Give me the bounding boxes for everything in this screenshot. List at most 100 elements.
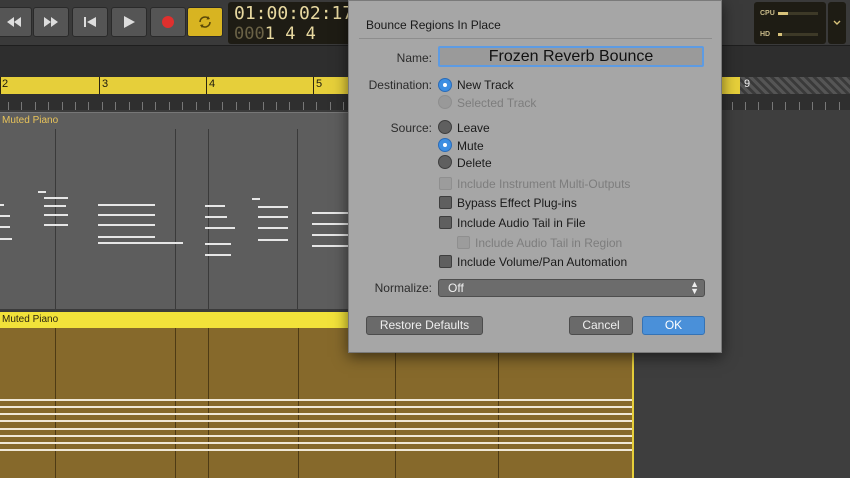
source-leave-label[interactable]: Leave <box>457 121 490 135</box>
midi-note[interactable] <box>0 215 10 217</box>
cpu-hd-meter[interactable]: CPU HD <box>754 2 826 44</box>
midi-note[interactable] <box>98 204 155 206</box>
ruler-subtick <box>169 102 170 110</box>
hd-meter-bar <box>778 33 818 36</box>
go-to-start-button[interactable] <box>72 7 108 37</box>
include-audio-tail-file-label[interactable]: Include Audio Tail in File <box>457 216 586 230</box>
go-to-start-icon <box>84 17 96 27</box>
ruler-subtick <box>115 102 116 110</box>
midi-note[interactable] <box>98 214 155 216</box>
ok-button[interactable]: OK <box>642 316 705 335</box>
midi-note[interactable] <box>0 226 10 228</box>
logic-window: 01:00:02:17.6 0001 4 4 CPU HD 2 3 4 5 9 … <box>0 0 850 478</box>
ruler-subtick <box>142 102 143 110</box>
midi-note[interactable] <box>38 191 46 193</box>
midi-note[interactable] <box>258 227 288 229</box>
midi-note[interactable] <box>205 227 235 229</box>
rewind-button[interactable] <box>0 7 32 37</box>
ruler-subtick <box>155 102 156 110</box>
ruler-subtick <box>330 102 331 110</box>
source-delete-label[interactable]: Delete <box>457 156 492 170</box>
ruler-subtick <box>799 102 800 110</box>
destination-new-track-label[interactable]: New Track <box>457 78 514 92</box>
midi-note[interactable] <box>0 238 12 240</box>
ruler-subtick <box>316 102 317 110</box>
ruler-subtick <box>839 102 840 110</box>
bypass-effect-plugins-label[interactable]: Bypass Effect Plug-ins <box>457 196 577 210</box>
midi-note[interactable] <box>205 243 231 245</box>
include-audio-tail-file-checkbox[interactable] <box>439 216 452 229</box>
ruler-subtick <box>303 102 304 110</box>
midi-note[interactable] <box>252 198 260 200</box>
lcd-beats-value: 1 4 4 <box>264 24 316 44</box>
lcd-display[interactable]: 01:00:02:17.6 0001 4 4 <box>228 2 353 44</box>
midi-note[interactable] <box>258 206 288 208</box>
source-delete-radio[interactable] <box>438 155 452 169</box>
midi-note[interactable] <box>205 254 231 256</box>
lcd-time-readout: 01:00:02:17.6 <box>234 3 353 24</box>
record-icon <box>162 16 174 28</box>
source-mute-radio[interactable] <box>438 138 452 152</box>
midi-note[interactable] <box>258 239 288 241</box>
ruler-subtick <box>758 102 759 110</box>
play-button[interactable] <box>111 7 147 37</box>
ruler-subtick <box>236 102 237 110</box>
ruler-subtick <box>62 102 63 110</box>
midi-note[interactable] <box>98 224 155 226</box>
ruler-tick <box>0 77 1 94</box>
meter-dropdown-button[interactable] <box>828 2 846 44</box>
source-mute-label[interactable]: Mute <box>457 139 484 153</box>
destination-label: Destination: <box>368 78 432 92</box>
midi-note[interactable] <box>44 205 66 207</box>
waveform-line <box>0 449 632 451</box>
ruler-subtick <box>785 102 786 110</box>
midi-region[interactable]: Muted Piano <box>0 112 370 309</box>
include-audio-tail-region-label: Include Audio Tail in Region <box>475 236 623 250</box>
region-gridline <box>298 328 299 478</box>
ruler-subtick <box>48 102 49 110</box>
dialog-divider <box>359 38 712 39</box>
midi-note[interactable] <box>44 197 68 199</box>
include-volume-pan-automation-label[interactable]: Include Volume/Pan Automation <box>457 255 627 269</box>
ruler-subtick <box>276 102 277 110</box>
midi-note[interactable] <box>44 214 68 216</box>
hd-meter-fill <box>778 33 782 36</box>
source-leave-radio[interactable] <box>438 120 452 134</box>
ruler-subtick <box>263 102 264 110</box>
midi-note[interactable] <box>44 224 68 226</box>
waveform-line <box>0 442 632 444</box>
bypass-effect-plugins-checkbox[interactable] <box>439 196 452 209</box>
midi-note[interactable] <box>205 205 225 207</box>
record-button[interactable] <box>150 7 186 37</box>
fast-forward-button[interactable] <box>33 7 69 37</box>
include-volume-pan-automation-checkbox[interactable] <box>439 255 452 268</box>
normalize-select[interactable]: Off ▲ ▼ <box>438 279 705 297</box>
waveform-line <box>0 399 632 401</box>
cpu-meter-bar <box>778 12 818 15</box>
cancel-button[interactable]: Cancel <box>569 316 633 335</box>
ruler-subtick <box>209 102 210 110</box>
ruler-subtick <box>182 102 183 110</box>
lcd-beats-readout: 0001 4 4 <box>234 24 316 44</box>
ruler-subtick <box>812 102 813 110</box>
ruler-end-marker: 9 <box>740 77 850 94</box>
destination-new-track-radio[interactable] <box>438 78 452 92</box>
region-gridline <box>208 328 209 478</box>
waveform-line <box>0 413 632 415</box>
region-gridline <box>208 129 209 309</box>
name-field[interactable] <box>438 46 704 67</box>
chevron-down-icon <box>833 20 841 25</box>
midi-note[interactable] <box>205 216 227 218</box>
ruler-tick <box>99 77 100 94</box>
fast-forward-icon <box>44 17 58 27</box>
include-multi-outputs-label: Include Instrument Multi-Outputs <box>457 177 631 191</box>
midi-note[interactable] <box>258 216 288 218</box>
midi-note[interactable] <box>0 204 4 206</box>
ruler-bar-number: 5 <box>316 78 323 90</box>
ruler-subtick <box>289 102 290 110</box>
midi-note[interactable] <box>98 242 183 244</box>
restore-defaults-button[interactable]: Restore Defaults <box>366 316 483 335</box>
cycle-button[interactable] <box>187 7 223 37</box>
midi-note[interactable] <box>98 236 155 238</box>
ruler-subtick <box>75 102 76 110</box>
